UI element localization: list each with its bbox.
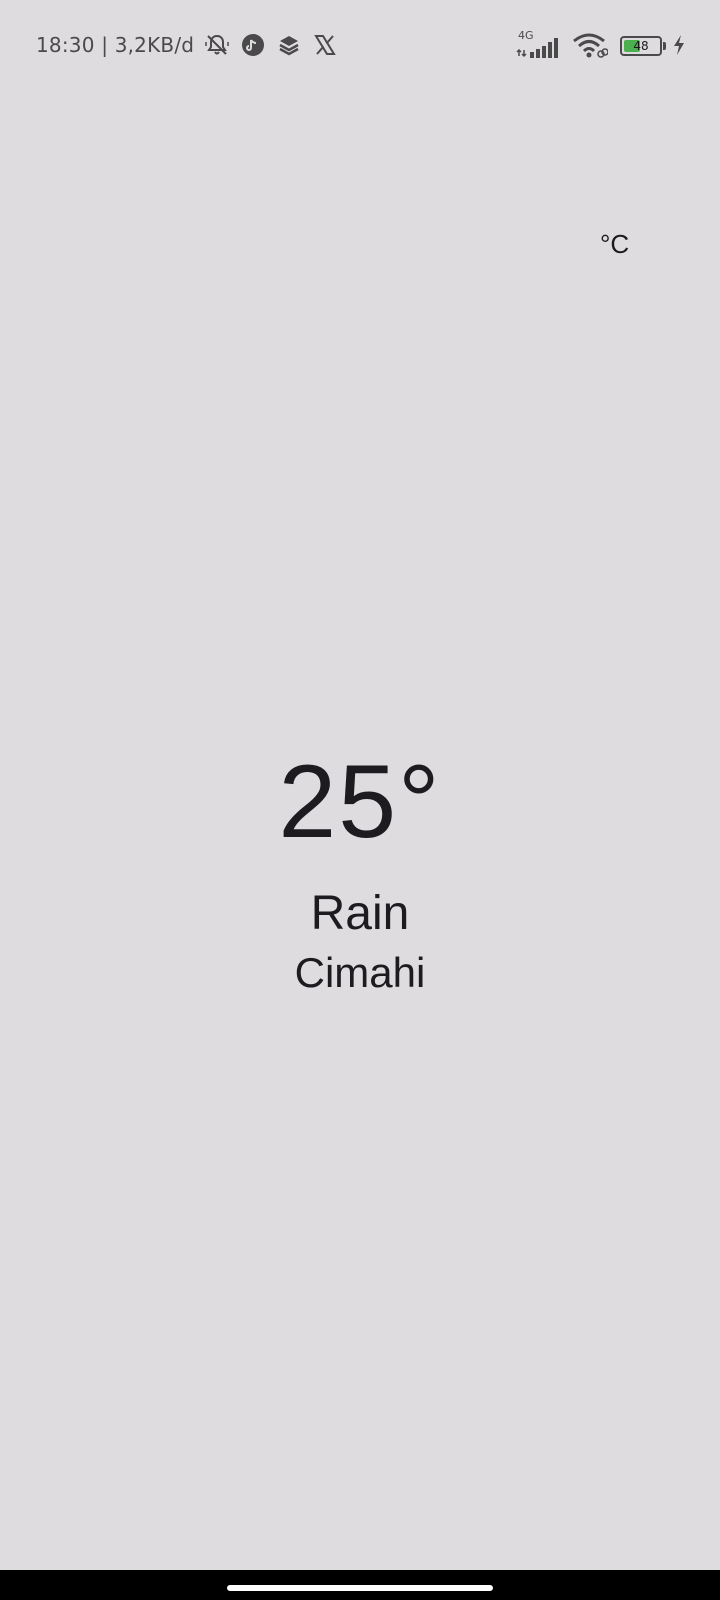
status-time-speed: 18:30 | 3,2KB/d: [36, 33, 195, 57]
battery-level: 48: [633, 39, 649, 53]
charging-bolt-icon: [672, 34, 686, 56]
tiktok-icon: [240, 32, 266, 58]
navigation-bar: [0, 1570, 720, 1600]
layers-icon: [276, 32, 302, 58]
cellular-signal-icon: 4G: [516, 30, 562, 60]
status-right: 4G 48: [516, 30, 686, 60]
wifi-icon: [572, 31, 608, 59]
x-logo-icon: [312, 32, 338, 58]
weather-condition: Rain: [310, 887, 410, 940]
bell-off-icon: [204, 32, 230, 58]
status-left: 18:30 | 3,2KB/d: [36, 30, 338, 60]
temperature-value: 25°: [278, 744, 442, 860]
location-name: Cimahi: [294, 949, 426, 996]
status-bar: 18:30 | 3,2KB/d 4G 48: [0, 0, 720, 90]
battery-icon: 48: [620, 34, 666, 56]
unit-toggle-button[interactable]: °C: [600, 222, 664, 266]
home-gesture-handle[interactable]: [227, 1585, 493, 1591]
